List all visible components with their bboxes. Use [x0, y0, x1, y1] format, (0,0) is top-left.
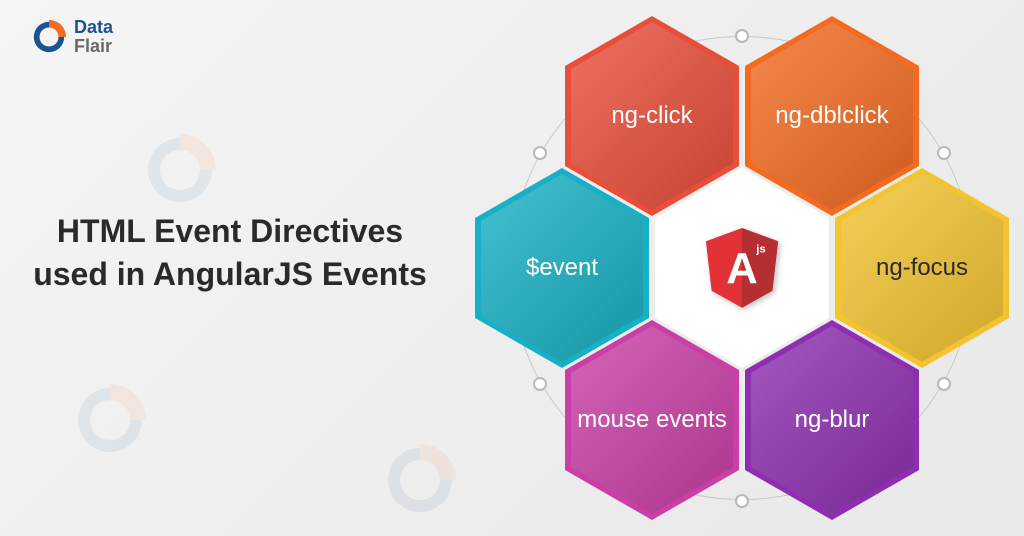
logo: Data Flair: [30, 18, 113, 56]
hex-label: ng-click: [601, 102, 702, 131]
hex-label: ng-focus: [866, 254, 978, 283]
logo-text-flair: Flair: [74, 36, 112, 56]
angular-logo-icon: A js: [704, 228, 780, 308]
hex-label: ng-blur: [785, 406, 880, 435]
watermark-icon: [140, 130, 220, 210]
logo-text-data: Data: [74, 17, 113, 37]
svg-text:js: js: [755, 244, 766, 256]
hex-label: mouse events: [567, 406, 736, 435]
page-title: HTML Event Directives used in AngularJS …: [30, 210, 430, 296]
logo-icon: [30, 18, 68, 56]
center-hex: A js: [655, 168, 829, 368]
hex-label: ng-dblclick: [765, 102, 898, 131]
hex-diagram: ng-click ng-dblclick $event ng-focus mouse e…: [480, 12, 1000, 532]
connector-dot: [937, 377, 951, 391]
connector-dot: [937, 146, 951, 160]
svg-text:A: A: [726, 244, 758, 293]
connector-dot: [533, 146, 547, 160]
watermark-icon: [70, 380, 150, 460]
hex-label: $event: [516, 254, 608, 283]
connector-dot: [533, 377, 547, 391]
logo-text: Data Flair: [74, 18, 113, 56]
watermark-icon: [380, 440, 460, 520]
